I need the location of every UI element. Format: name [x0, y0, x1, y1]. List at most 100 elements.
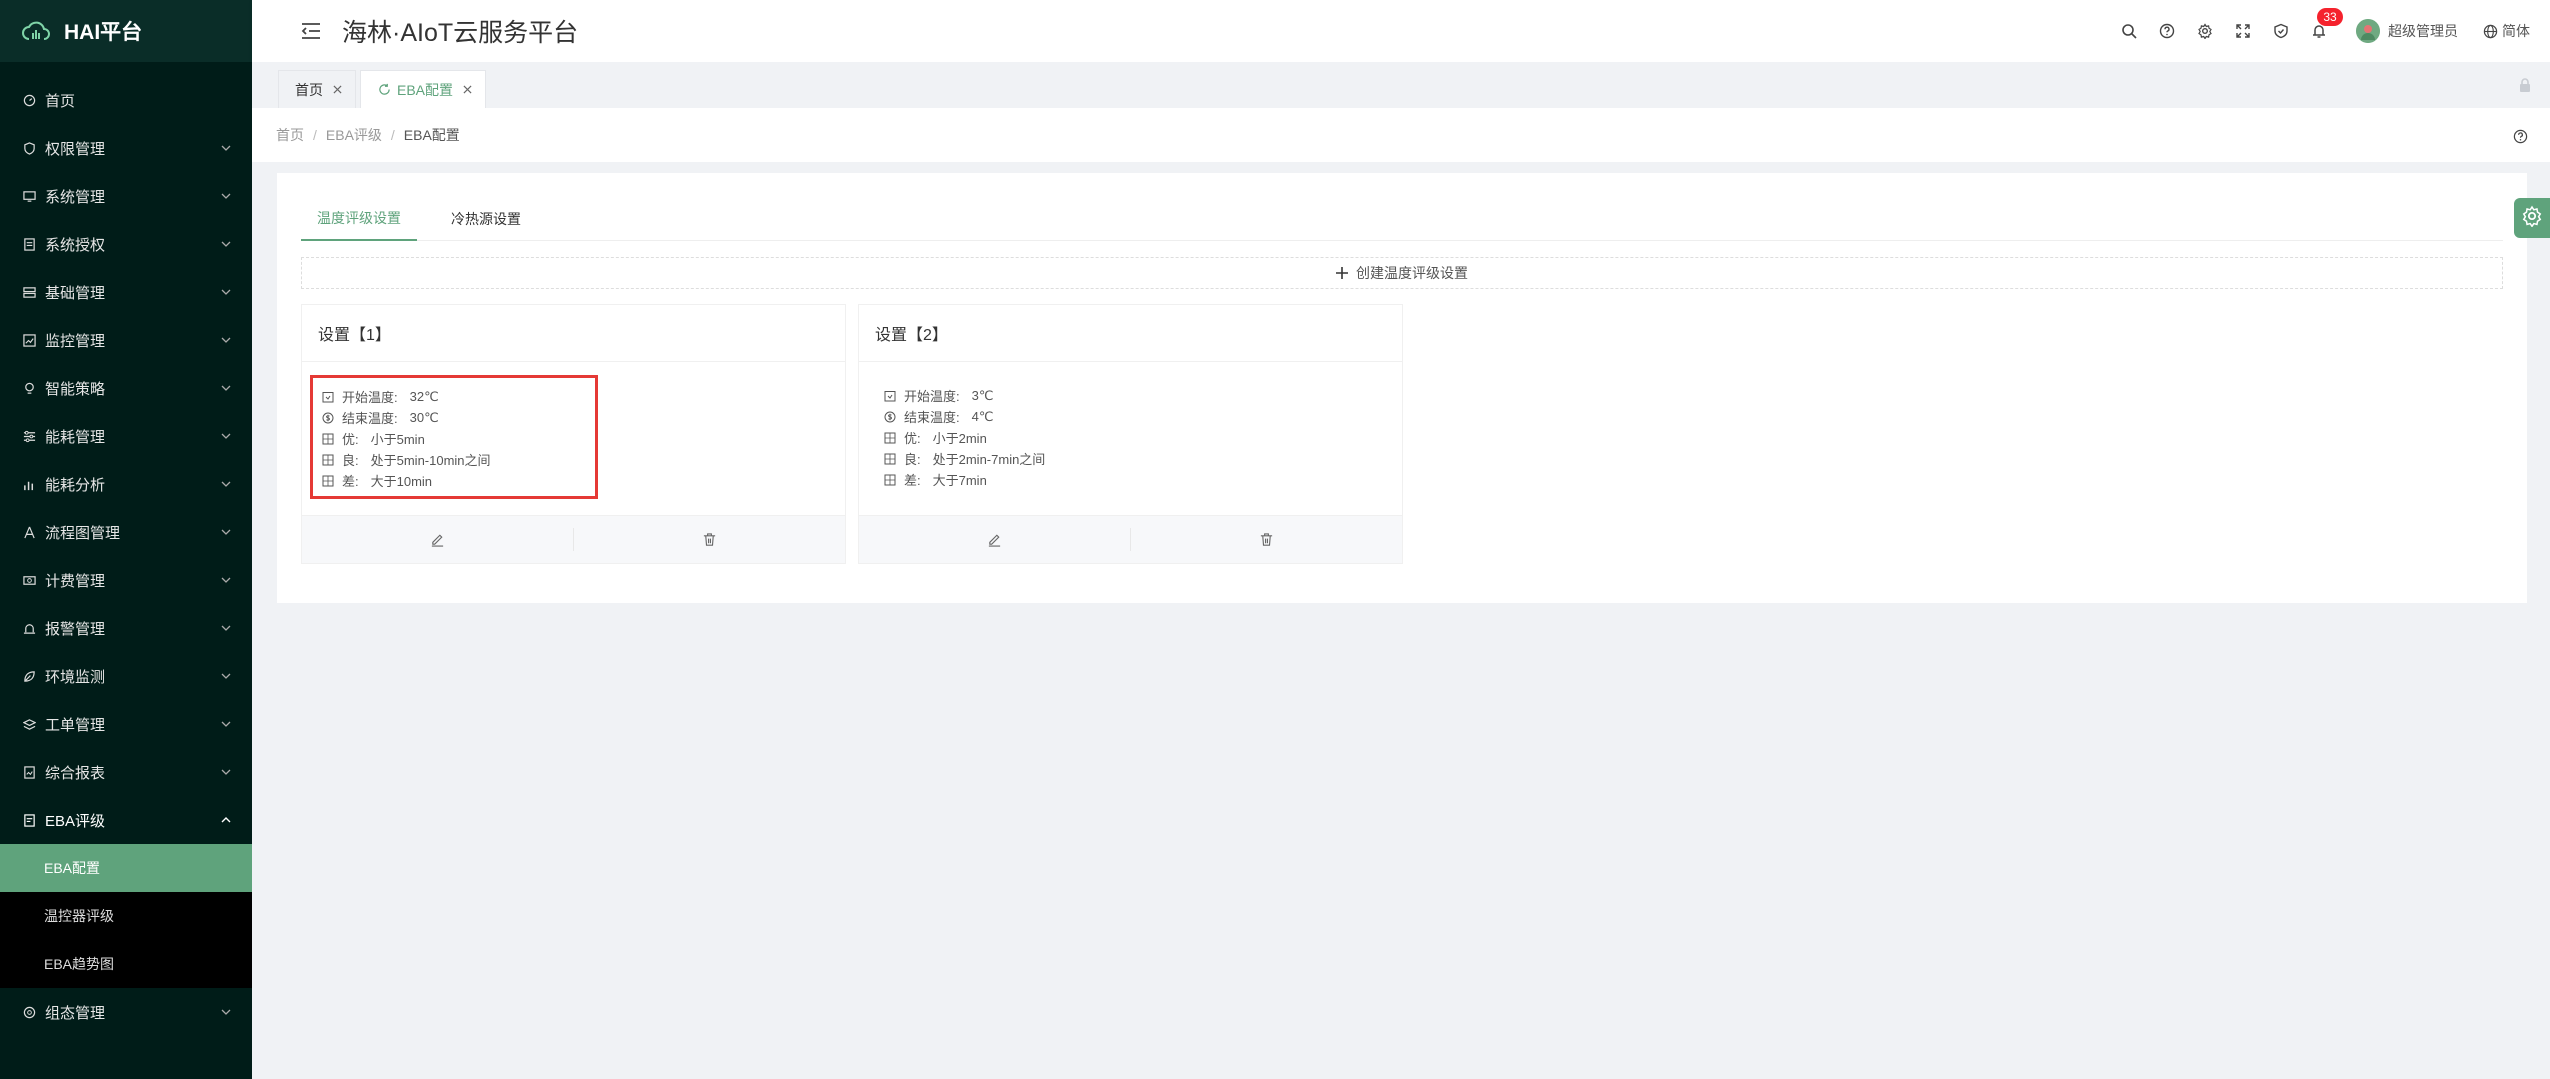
report-icon: [22, 765, 36, 779]
detail-label: 开始温度:: [342, 390, 398, 405]
detail-label: 结束温度:: [904, 410, 960, 425]
alarm-icon: [22, 621, 36, 635]
sidebar-item-basic[interactable]: 基础管理: [0, 268, 252, 316]
sidebar: HAI平台 首页 权限管理 系统管理 系统授权 基础管理 监控管理 智能策略 能…: [0, 0, 252, 1079]
theme-icon[interactable]: [2271, 21, 2291, 41]
edit-button[interactable]: [859, 516, 1130, 563]
help-circle-icon[interactable]: [2157, 21, 2177, 41]
content-panel: 温度评级设置 冷热源设置 创建温度评级设置 设置【1】 开始温度: 32℃ 结束…: [277, 173, 2527, 603]
tab-home[interactable]: 首页: [278, 70, 356, 108]
help-circle-icon[interactable]: [2512, 128, 2528, 144]
search-icon[interactable]: [2119, 21, 2139, 41]
chevron-down-icon: [220, 142, 232, 154]
card-title: 设置【2】: [859, 305, 1402, 362]
plus-icon: [1336, 267, 1348, 279]
chevron-down-icon: [220, 670, 232, 682]
sidebar-item-energy[interactable]: 能耗管理: [0, 412, 252, 460]
settings-drawer-button[interactable]: [2514, 198, 2550, 238]
sidebar-item-analysis[interactable]: 能耗分析: [0, 460, 252, 508]
delete-button[interactable]: [573, 528, 845, 551]
header-actions: 33 超级管理员 简体: [2110, 0, 2550, 62]
edit-button[interactable]: [302, 516, 573, 563]
settings-tabs: 温度评级设置 冷热源设置: [301, 197, 2503, 241]
rating-card: 设置【2】 开始温度: 3℃ 结束温度: 4℃ 优: 小于2min 良: 处于2…: [858, 304, 1403, 564]
language-switch[interactable]: 简体: [2482, 21, 2530, 41]
detail-value: 大于7min: [932, 473, 987, 488]
notification-badge: 33: [2317, 8, 2343, 26]
breadcrumb-eba[interactable]: EBA评级: [326, 125, 382, 145]
delete-button[interactable]: [1130, 528, 1402, 551]
document-icon: [22, 237, 36, 251]
sidebar-item-report[interactable]: 综合报表: [0, 748, 252, 796]
chevron-down-icon: [220, 622, 232, 634]
chevron-down-icon: [220, 238, 232, 250]
sidebar-item-label: 环境监测: [45, 668, 106, 686]
detail-value: 3℃: [971, 387, 994, 403]
sidebar-item-configuration[interactable]: 组态管理: [0, 988, 252, 1036]
grid-icon: [883, 452, 896, 465]
detail-label: 差:: [904, 473, 921, 488]
coin-icon: [321, 411, 334, 424]
detail-row-good: 优: 小于5min: [321, 428, 585, 449]
tab-temperature-rating[interactable]: 温度评级设置: [301, 197, 417, 241]
breadcrumb-home[interactable]: 首页: [276, 125, 304, 145]
sidebar-item-system[interactable]: 系统管理: [0, 172, 252, 220]
detail-row-end-temp: 结束温度: 4℃: [883, 406, 1045, 427]
sidebar-item-workorder[interactable]: 工单管理: [0, 700, 252, 748]
tab-eba-config[interactable]: EBA配置: [360, 70, 487, 108]
breadcrumb-current: EBA配置: [403, 127, 460, 143]
sidebar-item-permission[interactable]: 权限管理: [0, 124, 252, 172]
detail-value: 小于2min: [932, 431, 987, 446]
sidebar-item-alarm[interactable]: 报警管理: [0, 604, 252, 652]
rating-icon: [22, 813, 36, 827]
gear-icon: [2521, 205, 2543, 232]
detail-row-fair: 良: 处于2min-7min之间: [883, 448, 1045, 469]
fullscreen-icon[interactable]: [2233, 21, 2253, 41]
chevron-down-icon: [220, 1006, 232, 1018]
grid-icon: [321, 474, 334, 487]
detail-row-good: 优: 小于2min: [883, 427, 1045, 448]
refresh-icon[interactable]: [377, 83, 391, 97]
logo[interactable]: HAI平台: [0, 0, 252, 62]
detail-label: 良:: [904, 452, 921, 467]
flow-icon: [22, 525, 36, 539]
breadcrumb: 首页 / EBA评级 / EBA配置: [252, 108, 2550, 162]
sidebar-item-billing[interactable]: 计费管理: [0, 556, 252, 604]
sidebar-item-eba[interactable]: EBA评级: [0, 796, 252, 844]
chevron-down-icon: [220, 382, 232, 394]
detail-row-start-temp: 开始温度: 32℃: [321, 386, 585, 407]
lock-icon[interactable]: [2516, 76, 2534, 94]
sidebar-item-strategy[interactable]: 智能策略: [0, 364, 252, 412]
sidebar-item-monitor[interactable]: 监控管理: [0, 316, 252, 364]
detail-value: 大于10min: [370, 474, 433, 489]
sidebar-item-label: 组态管理: [45, 1004, 106, 1022]
bell-icon[interactable]: 33: [2309, 8, 2343, 41]
sidebar-item-label: 基础管理: [45, 284, 106, 302]
gear-icon[interactable]: [2195, 21, 2215, 41]
breadcrumb-separator: /: [313, 127, 317, 143]
card-actions: [859, 515, 1402, 563]
sidebar-item-label: 智能策略: [45, 380, 106, 398]
menu-collapse-icon[interactable]: [300, 22, 322, 40]
close-icon[interactable]: [331, 84, 343, 96]
close-icon[interactable]: [461, 84, 473, 96]
trash-icon: [1259, 532, 1275, 548]
sidebar-item-home[interactable]: 首页: [0, 76, 252, 124]
sidebar-subitem-eba-trend[interactable]: EBA趋势图: [0, 940, 252, 988]
breadcrumb-separator: /: [390, 127, 395, 143]
tab-label: EBA配置: [397, 81, 454, 98]
user-menu[interactable]: 超级管理员: [2356, 19, 2458, 43]
edit-icon: [987, 532, 1003, 548]
sidebar-subitem-thermostat-rating[interactable]: 温控器评级: [0, 892, 252, 940]
detail-value: 4℃: [971, 408, 994, 424]
detail-row-end-temp: 结束温度: 30℃: [321, 407, 585, 428]
chevron-down-icon: [220, 334, 232, 346]
sidebar-item-license[interactable]: 系统授权: [0, 220, 252, 268]
sidebar-subitem-eba-config[interactable]: EBA配置: [0, 844, 252, 892]
create-rating-button[interactable]: 创建温度评级设置: [301, 257, 2503, 289]
sidebar-item-environment[interactable]: 环境监测: [0, 652, 252, 700]
leaf-icon: [22, 669, 36, 683]
server-icon: [22, 285, 36, 299]
sidebar-item-flowchart[interactable]: 流程图管理: [0, 508, 252, 556]
tab-cold-heat-source[interactable]: 冷热源设置: [435, 197, 537, 241]
